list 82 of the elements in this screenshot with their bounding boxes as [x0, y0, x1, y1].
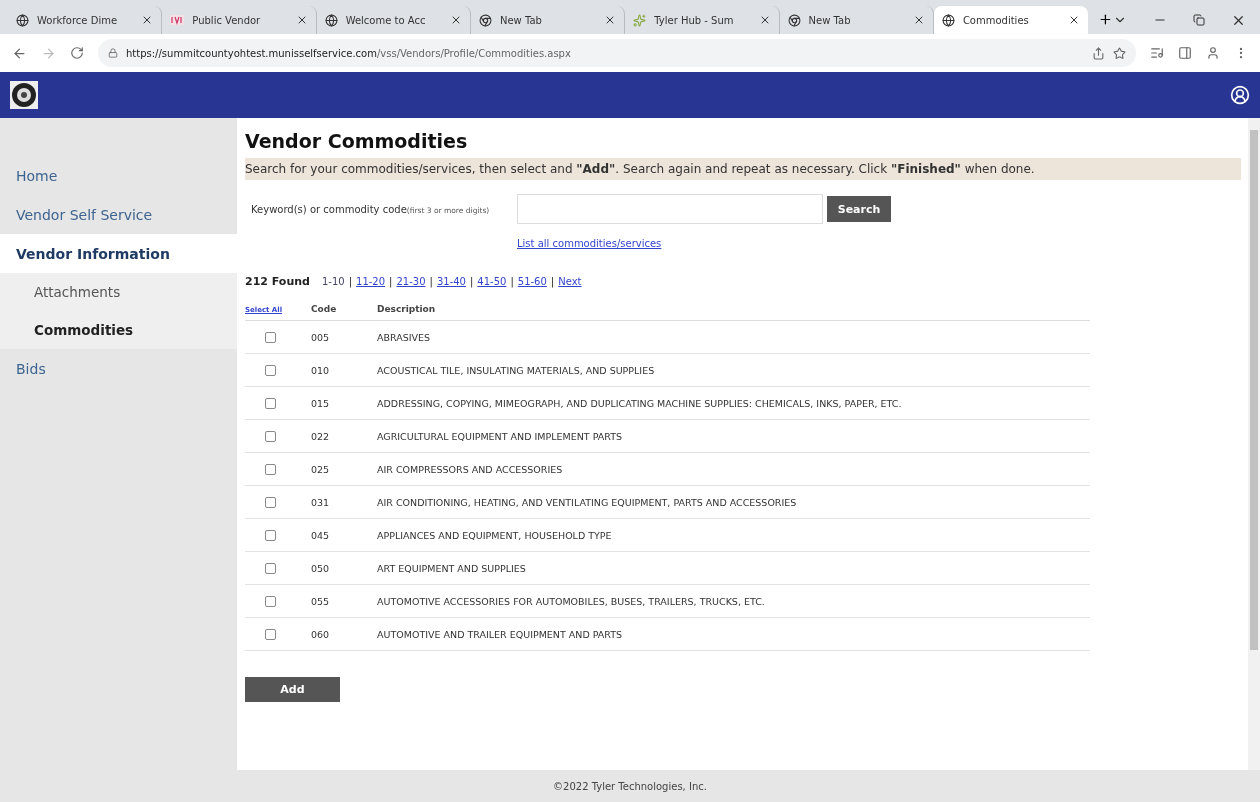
next-link[interactable]: Next	[558, 276, 582, 287]
separator-text: |	[429, 276, 433, 287]
row-checkbox[interactable]	[265, 430, 276, 442]
lock-icon	[108, 48, 118, 58]
add-button[interactable]: Add	[245, 677, 340, 702]
restore-icon[interactable]	[1193, 14, 1205, 26]
globe-icon	[941, 13, 955, 27]
share-icon[interactable]	[1092, 46, 1105, 60]
page-link[interactable]: 11-20	[356, 276, 386, 287]
separator-text: |	[510, 276, 514, 287]
instructions-text: Search for your commodities/services, then select and "Add". Search again and repeat as necessary. Click "Finished" when done.	[245, 158, 1241, 180]
reload-icon[interactable]	[70, 46, 84, 60]
side-panel-icon[interactable]	[1178, 46, 1192, 60]
page-link[interactable]: 51-60	[517, 276, 547, 287]
separator-text: |	[550, 276, 555, 287]
reading-list-icon[interactable]	[1150, 46, 1164, 60]
globe-icon	[324, 13, 338, 27]
code-cell-text: 050	[311, 562, 331, 574]
code-cell-text: 045	[311, 529, 331, 541]
star-icon[interactable]	[1113, 46, 1126, 60]
code-cell-text: 015	[311, 397, 331, 409]
footer-text: ©2022 Tyler Technologies, Inc.	[0, 770, 1260, 802]
description-cell: AUTOMOTIVE ACCESSORIES FOR AUTOMOBILES, BUSES, TRAILERS, TRUCKS, ETC.	[377, 595, 765, 607]
row-checkbox[interactable]	[265, 595, 276, 607]
code-cell-text: 010	[311, 364, 331, 376]
sidebar-item[interactable]: Vendor Information	[0, 234, 237, 273]
page-title: Vendor Commodities	[245, 130, 469, 152]
code-cell-text: 022	[311, 430, 331, 442]
current-page: 1-10	[321, 276, 345, 287]
separator-text: |	[469, 276, 474, 287]
profile-icon[interactable]	[1206, 46, 1220, 60]
description-cell: APPLIANCES AND EQUIPMENT, HOUSEHOLD TYPE	[377, 529, 612, 541]
row-checkbox[interactable]	[265, 397, 276, 409]
row-checkbox[interactable]	[265, 496, 276, 508]
description-cell: AIR COMPRESSORS AND ACCESSORIES	[377, 463, 563, 475]
separator-text: |	[389, 276, 393, 287]
description-cell: AIR CONDITIONING, HEATING, AND VENTILATING EQUIPMENT, PARTS AND ACCESSORIES	[377, 496, 797, 508]
globe-icon	[16, 13, 29, 27]
back-icon[interactable]	[12, 45, 27, 61]
description-cell: ABRASIVES	[377, 331, 431, 343]
description-cell: AGRICULTURAL EQUIPMENT AND IMPLEMENT PARTS	[377, 430, 622, 442]
browser-icon	[478, 13, 492, 27]
list-all-link[interactable]: List all commodities/services	[517, 238, 662, 249]
row-checkbox[interactable]	[265, 628, 276, 640]
row-checkbox[interactable]	[265, 463, 276, 475]
user-account-icon[interactable]	[1230, 85, 1250, 105]
county-seal-logo[interactable]	[10, 81, 38, 109]
description-cell: ART EQUIPMENT AND SUPPLIES	[377, 562, 526, 574]
row-checkbox[interactable]	[265, 364, 276, 376]
description-cell: ACOUSTICAL TILE, INSULATING MATERIALS, AND SUPPLIES	[377, 364, 655, 376]
browser-tab[interactable]: Commodities	[933, 6, 1089, 34]
page-link[interactable]: 21-30	[396, 276, 426, 287]
sidebar-subitem[interactable]: Attachments	[0, 273, 237, 311]
vendor-logo-icon	[170, 15, 185, 25]
row-checkbox[interactable]	[265, 331, 276, 343]
browser-icon	[787, 13, 801, 27]
code-cell-text: 005	[311, 331, 331, 343]
address-bar[interactable]: https://summitcountyohtest.munisselfservice.com/vss/Vendors/Profile/Commodities.aspx	[98, 39, 1136, 67]
row-checkbox[interactable]	[265, 562, 276, 574]
search-button[interactable]: Search	[827, 196, 891, 222]
code-cell-text: 060	[311, 628, 331, 640]
url-text: https://summitcountyohtest.munisselfservice.com/vss/Vendors/Profile/Commodities.aspx	[126, 47, 571, 59]
code-cell-text: 025	[311, 463, 331, 475]
row-checkbox[interactable]	[265, 529, 276, 541]
code-cell-text: 031	[311, 496, 331, 508]
sidebar-item[interactable]: Home	[0, 156, 237, 195]
sparkle-icon	[633, 13, 647, 27]
search-field[interactable]	[517, 194, 823, 224]
sidebar-item[interactable]: Bids	[0, 349, 237, 388]
column-header: Code	[311, 304, 338, 314]
page-link[interactable]: 41-50	[477, 276, 507, 287]
sidebar-subitem[interactable]: Commodities	[0, 311, 237, 349]
code-cell-text: 055	[311, 595, 331, 607]
column-header: Description	[377, 304, 436, 314]
results-count: 212 Found	[245, 275, 310, 288]
page-link[interactable]: 31-40	[436, 276, 466, 287]
scrollbar-thumb[interactable]	[1250, 130, 1258, 650]
description-cell: ADDRESSING, COPYING, MIMEOGRAPH, AND DUPLICATING MACHINE SUPPLIES: CHEMICALS, INKS, PAPER, ETC.	[377, 397, 902, 409]
separator-text: |	[348, 276, 353, 287]
new-tab-icon[interactable]	[1098, 12, 1113, 27]
sidebar-item[interactable]: Vendor Self Service	[0, 195, 237, 234]
description-cell: AUTOMOTIVE AND TRAILER EQUIPMENT AND PARTS	[377, 628, 623, 640]
